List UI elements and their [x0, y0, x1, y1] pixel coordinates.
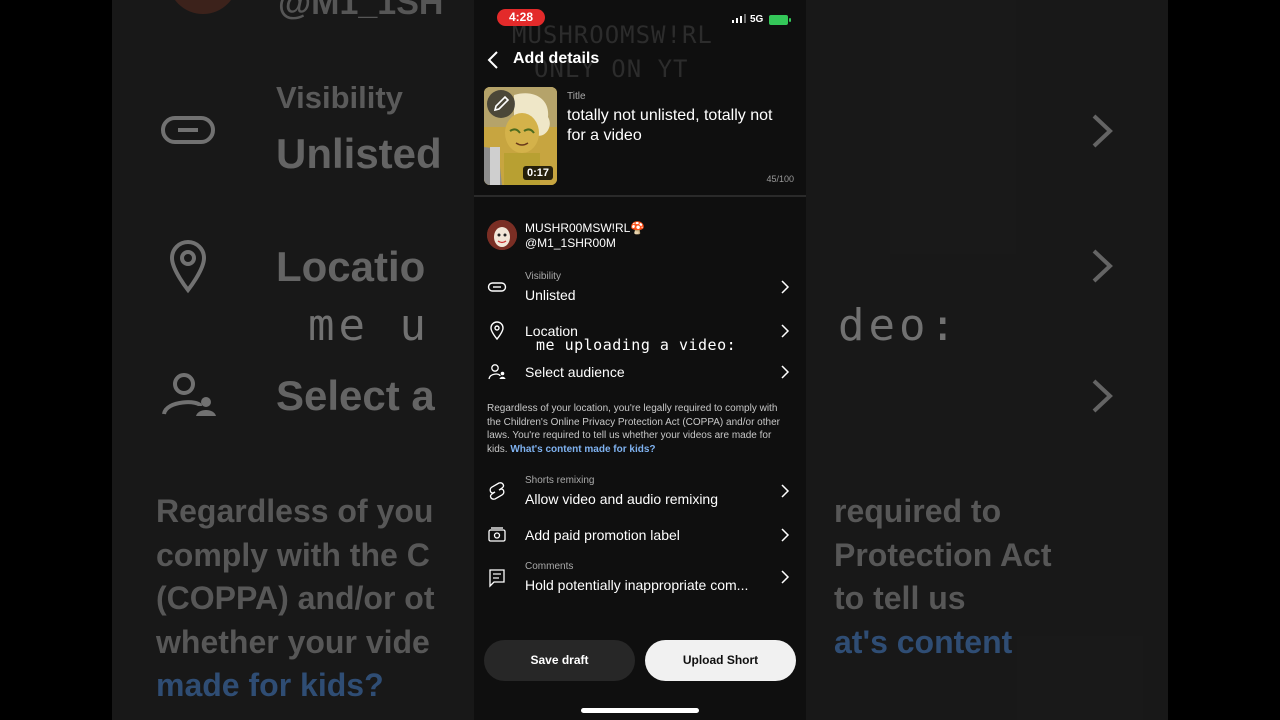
chevron-right-icon: [781, 570, 790, 584]
paid-promotion-icon: [488, 527, 506, 542]
chevron-right-icon: [781, 280, 790, 294]
signal-icon: [732, 14, 746, 23]
chevron-right-icon: [781, 365, 790, 379]
audience-setting[interactable]: Select audience: [474, 360, 806, 386]
chevron-right-icon: [781, 528, 790, 542]
status-bar: 4:28 5G: [474, 0, 806, 34]
status-time: 4:28: [497, 9, 545, 26]
coppa-notice: Regardless of your location, you're lega…: [487, 402, 787, 456]
channel-handle: @M1_1SHR00M: [525, 236, 616, 250]
chevron-right-icon: [781, 484, 790, 498]
phone-screen: MUSHROOMSW!RL ONLY ON YT 4:28 5G Add det…: [474, 0, 806, 720]
channel-avatar: [487, 220, 517, 250]
save-draft-button[interactable]: Save draft: [484, 640, 635, 681]
paid-promotion-setting[interactable]: Add paid promotion label: [474, 522, 806, 548]
title-input[interactable]: totally not unlisted, totally not for a …: [567, 106, 792, 146]
remixing-label: Shorts remixing: [525, 475, 595, 486]
screen: @M1_1SH Visibility Unlisted Locatio me u…: [0, 0, 1280, 720]
edit-thumbnail-button[interactable]: [487, 90, 515, 118]
upload-short-button[interactable]: Upload Short: [645, 640, 796, 681]
video-duration: 0:17: [522, 166, 553, 180]
page-title: Add details: [513, 50, 600, 67]
home-indicator[interactable]: [581, 708, 699, 713]
audience-value: Select audience: [525, 364, 625, 380]
comment-icon: [489, 569, 505, 588]
made-for-kids-link[interactable]: What's content made for kids?: [510, 444, 655, 455]
shorts-icon: [489, 482, 505, 500]
title-char-count: 45/100: [766, 174, 794, 184]
title-label: Title: [567, 91, 586, 102]
video-thumbnail[interactable]: 0:17: [484, 87, 557, 185]
visibility-value: Unlisted: [525, 287, 576, 303]
comments-value: Hold potentially inappropriate com...: [525, 577, 749, 593]
visibility-setting[interactable]: Visibility Unlisted: [474, 268, 806, 308]
header: Add details: [474, 44, 806, 76]
back-arrow-icon[interactable]: [484, 47, 504, 73]
remixing-setting[interactable]: Shorts remixing Allow video and audio re…: [474, 472, 806, 512]
visibility-label: Visibility: [525, 271, 561, 282]
avatar-art: [487, 220, 517, 250]
comments-label: Comments: [525, 561, 574, 572]
link-icon: [487, 282, 507, 292]
paid-promotion-value: Add paid promotion label: [525, 527, 680, 543]
location-pin-icon: [490, 321, 504, 341]
pencil-icon: [493, 95, 510, 112]
channel-name: MUSHR00MSW!RL🍄: [525, 221, 646, 235]
remixing-value: Allow video and audio remixing: [525, 491, 718, 507]
network-type: 5G: [750, 14, 764, 25]
chevron-right-icon: [781, 324, 790, 338]
overlay-caption: me uploading a video:: [536, 336, 737, 354]
battery-icon: [769, 15, 791, 25]
audience-icon: [488, 364, 506, 380]
comments-setting[interactable]: Comments Hold potentially inappropriate …: [474, 558, 806, 598]
divider: [474, 195, 806, 197]
